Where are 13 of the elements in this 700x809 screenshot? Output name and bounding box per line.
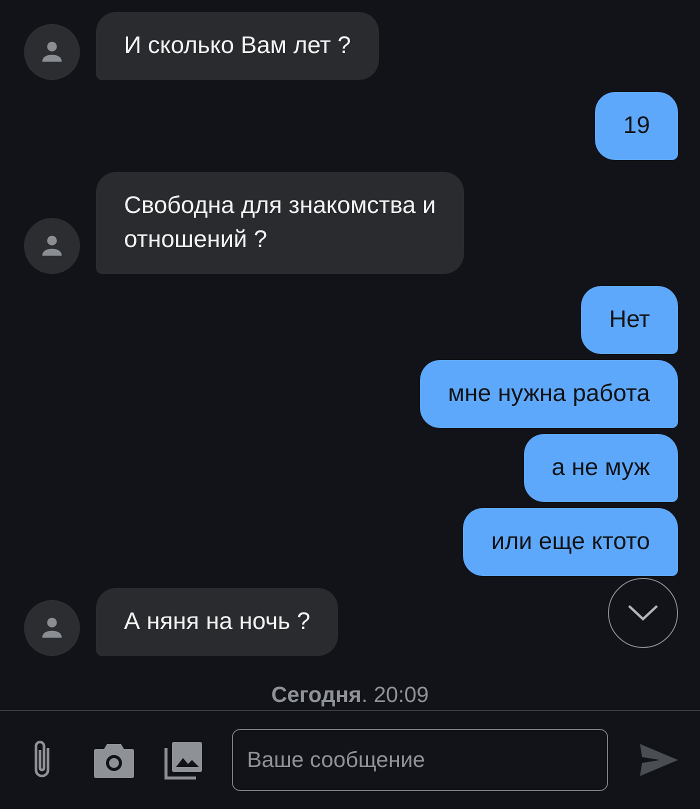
- message-input[interactable]: Ваше сообщение: [232, 729, 608, 791]
- message-bubble: мне нужна работа: [420, 360, 678, 428]
- message-bubble: или еще ктото: [463, 508, 678, 576]
- message-bubble: 19: [595, 92, 678, 160]
- message-bubble: И сколько Вам лет ?: [96, 12, 379, 80]
- message-bubble: Свободна для знакомства и отношений ?: [96, 172, 464, 274]
- message-bubble: а не муж: [524, 434, 678, 502]
- chevron-down-icon: [626, 603, 660, 623]
- camera-icon[interactable]: [94, 742, 134, 778]
- message-bubble: Нет: [581, 286, 678, 354]
- gallery-icon[interactable]: [164, 740, 204, 780]
- message-bubble: А няня на ночь ?: [96, 588, 338, 656]
- date-separator: Сегодня. 20:09: [271, 683, 429, 707]
